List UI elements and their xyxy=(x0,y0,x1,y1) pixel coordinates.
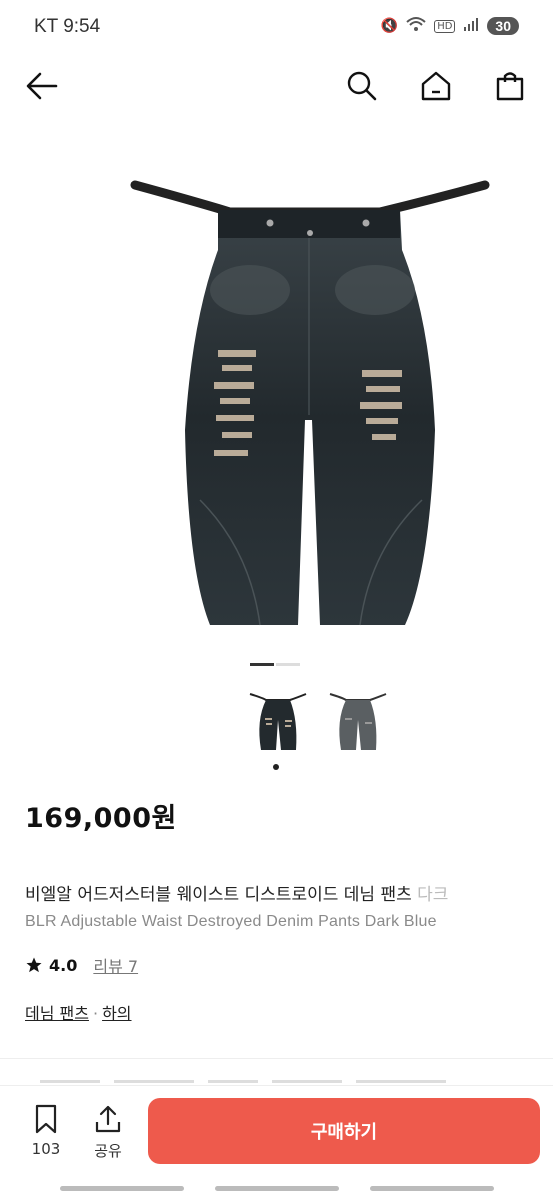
home-button[interactable] xyxy=(416,66,456,106)
system-navigation-bar xyxy=(0,1184,553,1200)
thumbnail-dark-blue[interactable] xyxy=(248,690,308,756)
product-price: 169,000원 xyxy=(25,803,177,834)
mute-icon: 🔇 xyxy=(380,18,399,34)
status-icons: 🔇 HD 30 xyxy=(381,16,519,36)
thumbnail-selected-dot xyxy=(273,764,279,770)
hd-icon: HD xyxy=(434,19,456,33)
battery-icon: 30 xyxy=(487,17,519,35)
back-arrow-icon xyxy=(26,72,58,100)
category-link[interactable]: 데님 팬츠 xyxy=(25,1004,89,1023)
product-image[interactable] xyxy=(130,170,490,640)
review-link[interactable]: 리뷰 7 xyxy=(93,953,138,977)
pager-indicator xyxy=(276,663,300,666)
shopping-bag-icon xyxy=(496,72,524,101)
product-title-english: BLR Adjustable Waist Destroyed Denim Pan… xyxy=(25,913,437,930)
category-separator: · xyxy=(92,1004,99,1023)
wifi-icon xyxy=(406,16,426,36)
share-button[interactable]: 공유 xyxy=(88,1104,128,1161)
product-title-text: 비엘알 어드저스터블 웨이스트 디스트로이드 데님 팬츠 xyxy=(25,885,418,905)
share-icon xyxy=(95,1105,121,1133)
rating-row: 4.0 리뷰 7 xyxy=(25,953,138,977)
home-icon xyxy=(421,71,451,101)
product-title-overflow: 다크 xyxy=(417,885,449,905)
pager-indicator-active xyxy=(250,663,274,666)
star-icon xyxy=(26,957,42,973)
wish-count: 103 xyxy=(31,1140,61,1158)
nav-home[interactable] xyxy=(215,1186,339,1191)
search-icon xyxy=(347,71,377,101)
wish-button[interactable]: 103 xyxy=(26,1104,66,1158)
thumbnail-list xyxy=(248,690,388,756)
status-time: KT 9:54 xyxy=(34,16,101,37)
top-navigation xyxy=(0,58,553,114)
image-pager xyxy=(250,663,300,666)
back-button[interactable] xyxy=(22,66,62,106)
nav-back[interactable] xyxy=(370,1186,494,1191)
status-bar: KT 9:54 🔇 HD 30 xyxy=(0,0,553,54)
bag-button[interactable] xyxy=(490,66,530,106)
nav-recent[interactable] xyxy=(60,1186,184,1191)
buy-button[interactable]: 구매하기 xyxy=(148,1098,540,1164)
signal-icon xyxy=(463,17,479,35)
thumbnail-gray[interactable] xyxy=(328,690,388,756)
share-label: 공유 xyxy=(94,1142,122,1160)
search-button[interactable] xyxy=(342,66,382,106)
bottom-action-bar: 103 공유 구매하기 xyxy=(0,1086,553,1174)
section-divider xyxy=(0,1058,553,1059)
rating-value: 4.0 xyxy=(49,955,78,975)
category-parent-link[interactable]: 하의 xyxy=(102,1004,131,1023)
category-breadcrumb: 데님 팬츠 · 하의 xyxy=(25,1000,132,1024)
bookmark-icon xyxy=(35,1104,57,1134)
obscured-content xyxy=(40,1076,520,1086)
product-title-korean: 비엘알 어드저스터블 웨이스트 디스트로이드 데님 팬츠 다크 xyxy=(25,880,553,905)
